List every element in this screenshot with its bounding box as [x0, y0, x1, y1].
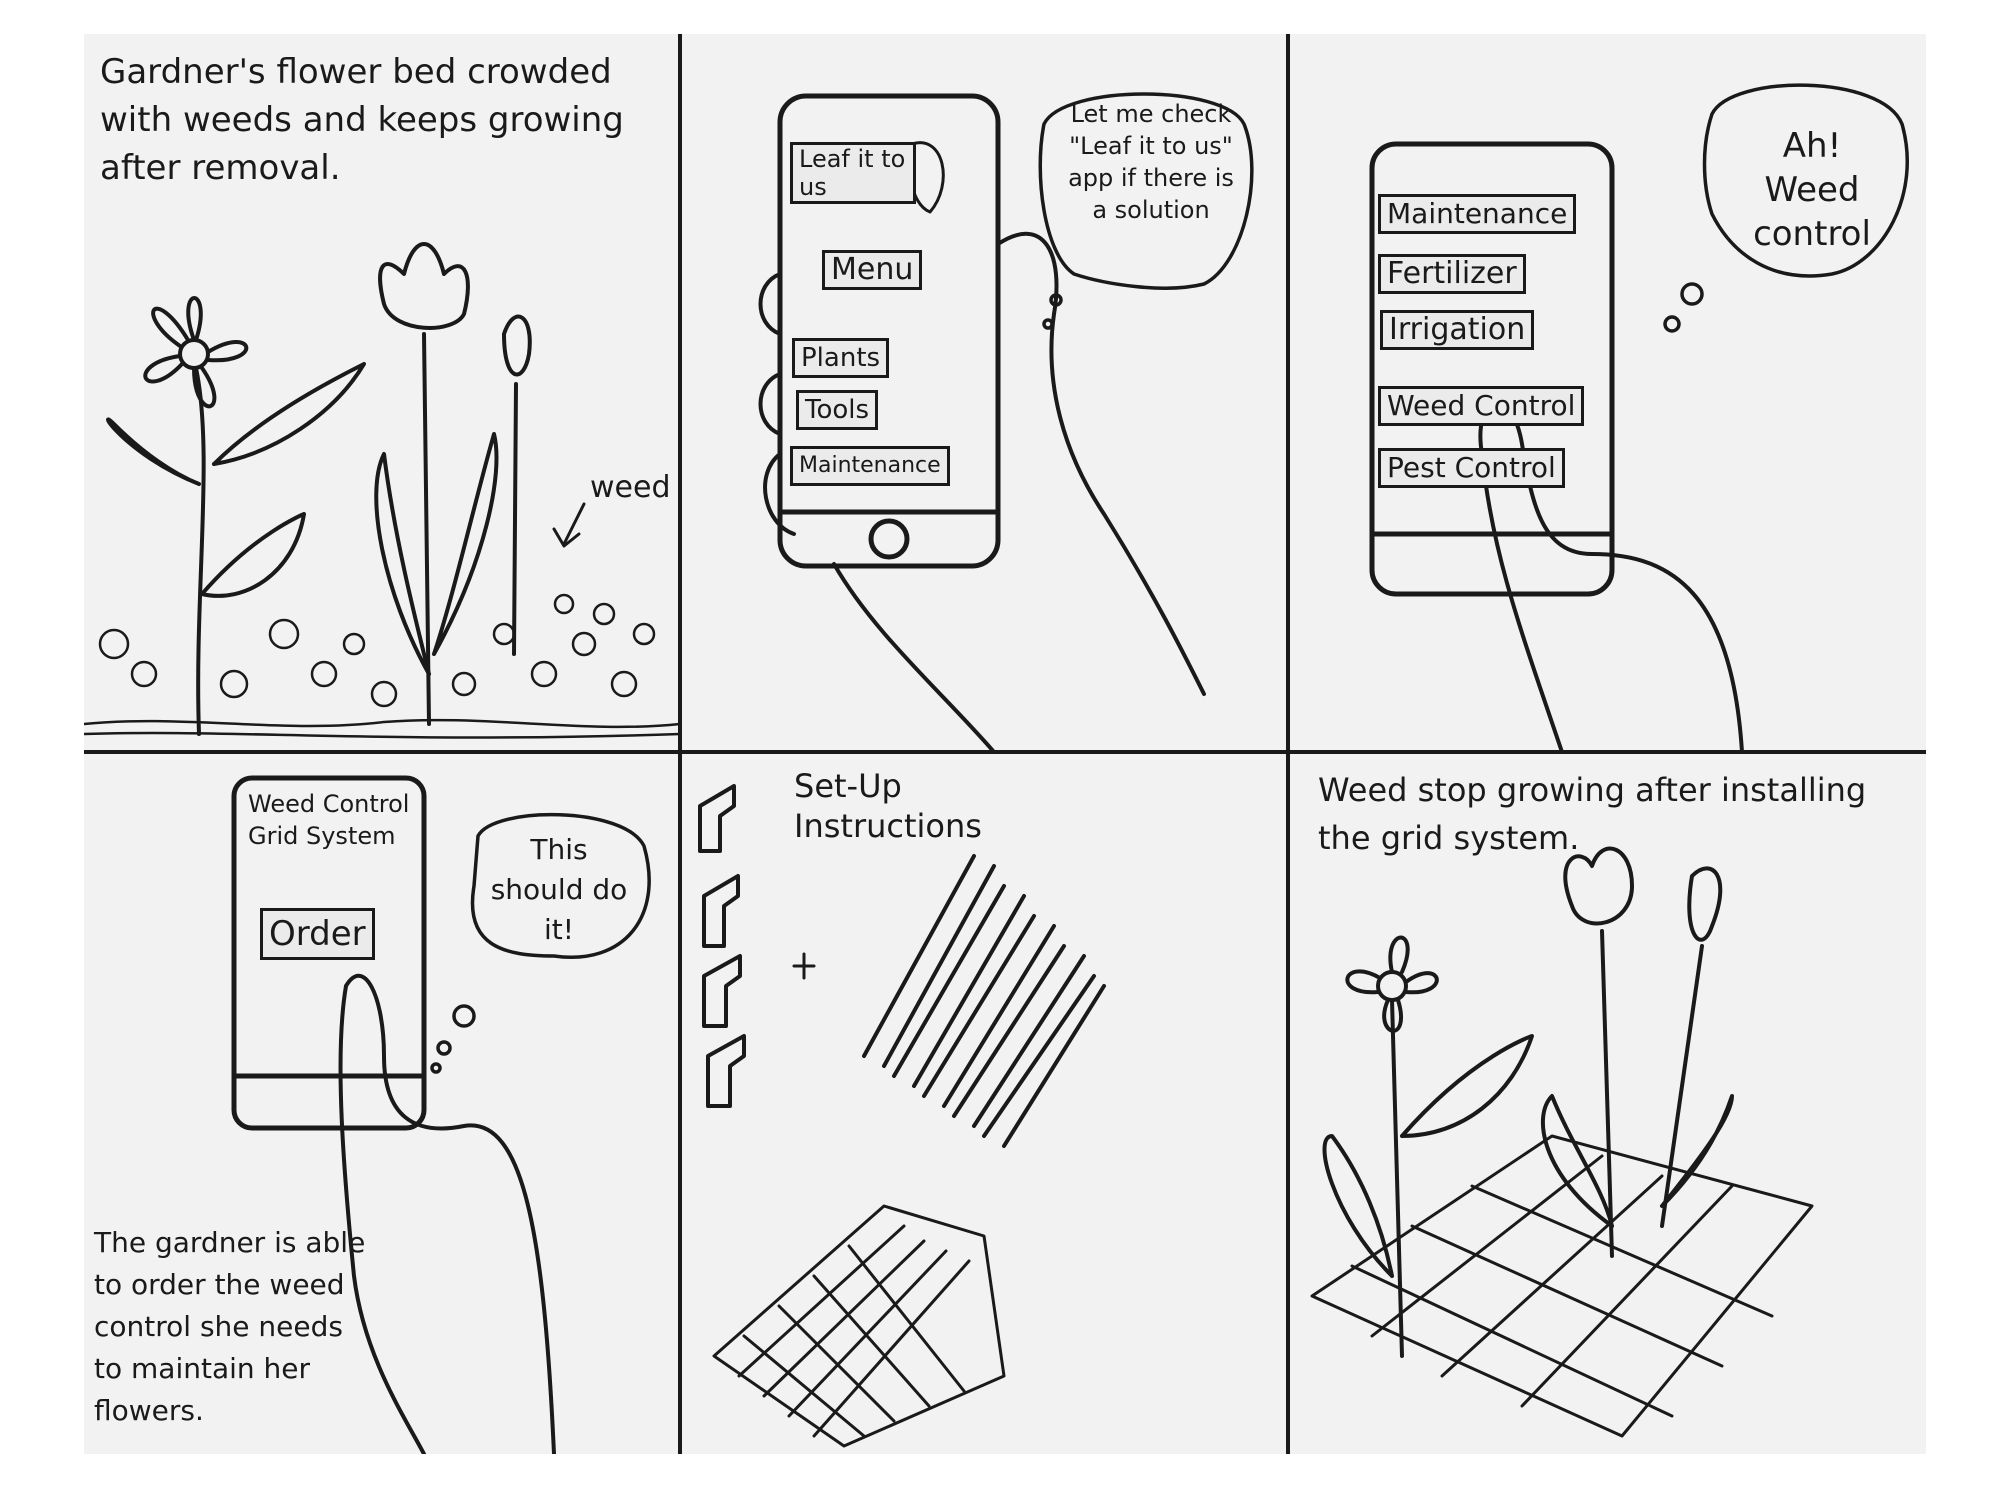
- panel-5: Set-Up Instructions: [684, 756, 1288, 1454]
- panel-2: Leaf it to us Menu Plants Tools Maintena…: [684, 34, 1288, 752]
- storyboard-sheet: Gardner's flower bed crowded with weeds …: [84, 34, 1926, 1454]
- pipes-icon: [862, 854, 1106, 1148]
- grid-mesh-icon: [1310, 1134, 1814, 1438]
- corner-pieces-icon: [698, 784, 746, 1108]
- menu-item-plants[interactable]: Plants: [792, 338, 890, 378]
- bubble-text: Ah! Weed control: [1753, 126, 1871, 254]
- weeds-drawing: [84, 593, 680, 739]
- panel-1: Gardner's flower bed crowded with weeds …: [84, 34, 680, 752]
- hand-drawing: [758, 231, 1206, 752]
- menu-button[interactable]: Menu: [822, 250, 923, 290]
- grid-mesh-icon: [712, 1204, 1006, 1448]
- grid-parts-drawing: [698, 784, 1106, 1448]
- flower-bed-drawing: [84, 242, 680, 739]
- order-button[interactable]: Order: [260, 908, 375, 960]
- menu-item-fertilizer[interactable]: Fertilizer: [1378, 254, 1526, 294]
- menu-item-tools[interactable]: Tools: [796, 390, 879, 430]
- app-title: Leaf it to us: [790, 142, 916, 204]
- panel-4-caption: The gardner is able to order the weed co…: [94, 1226, 366, 1427]
- menu-item-weed-control[interactable]: Weed Control: [1378, 386, 1585, 426]
- menu-item-pest-control[interactable]: Pest Control: [1378, 448, 1565, 488]
- arrow-icon: [552, 502, 586, 548]
- bubble-text: This should do it!: [490, 833, 628, 946]
- bubble-text: Let me check "Leaf it to us" app if ther…: [1068, 100, 1234, 224]
- panel-3: Maintenance Fertilizer Irrigation Weed C…: [1292, 34, 1926, 752]
- menu-item-maintenance[interactable]: Maintenance: [1378, 194, 1577, 234]
- menu-item-maintenance[interactable]: Maintenance: [790, 446, 950, 486]
- flower-icon: [106, 296, 366, 736]
- plus-sign: [792, 952, 816, 980]
- weed-label: weed: [590, 470, 671, 505]
- screen-title: Weed Control Grid System: [248, 790, 410, 850]
- grown-garden-drawing: [1310, 846, 1814, 1438]
- menu-item-irrigation[interactable]: Irrigation: [1380, 310, 1535, 350]
- tulip-icon: [1540, 846, 1734, 1258]
- tulip-icon: [374, 242, 532, 726]
- panel-6: Weed stop growing after installing the g…: [1292, 756, 1926, 1454]
- panel-4: Weed Control Grid System Order This shou…: [84, 756, 680, 1454]
